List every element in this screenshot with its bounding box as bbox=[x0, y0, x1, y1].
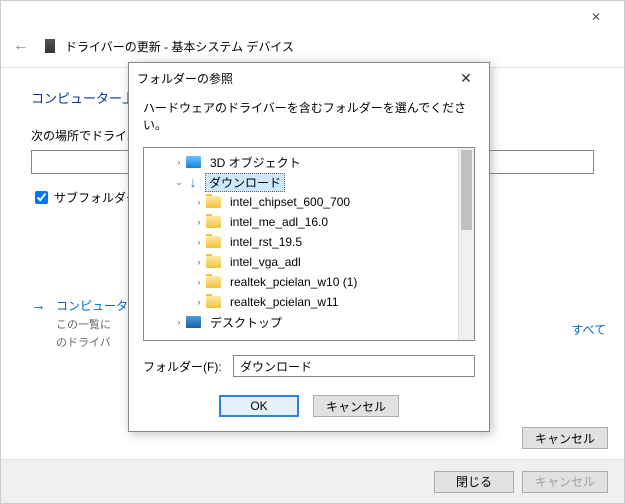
modal-cancel-button[interactable]: キャンセル bbox=[313, 395, 399, 417]
tree-item[interactable]: › 3D オブジェクト bbox=[144, 152, 474, 172]
modal-title: フォルダーの参照 bbox=[137, 70, 233, 87]
folder-tree[interactable]: › 3D オブジェクト ⌄↓ ダウンロード › intel_chipset_600_700… bbox=[143, 147, 475, 341]
3d-objects-icon bbox=[186, 156, 201, 168]
tree-scrollbar-thumb[interactable] bbox=[461, 150, 472, 230]
modal-titlebar: フォルダーの参照 ✕ bbox=[129, 63, 489, 93]
tree-item-label: intel_rst_19.5 bbox=[226, 234, 306, 250]
tree-item[interactable]: ⌄↓ ダウンロード bbox=[144, 172, 474, 192]
chevron-right-icon[interactable]: › bbox=[192, 257, 206, 267]
folder-icon bbox=[206, 276, 221, 288]
folder-icon bbox=[206, 256, 221, 268]
search-sub2: のドライバ bbox=[56, 334, 128, 350]
bottom-close-button[interactable]: 閉じる bbox=[434, 471, 514, 493]
folder-icon bbox=[206, 236, 221, 248]
tree-item-label: intel_chipset_600_700 bbox=[226, 194, 354, 210]
download-icon: ↓ bbox=[186, 175, 200, 189]
chevron-right-icon[interactable]: › bbox=[192, 197, 206, 207]
folder-icon bbox=[206, 216, 221, 228]
tree-item[interactable]: › intel_rst_19.5 bbox=[144, 232, 474, 252]
modal-instruction: ハードウェアのドライバーを含むフォルダーを選んでください。 bbox=[143, 99, 475, 133]
back-arrow-icon[interactable]: ← bbox=[13, 37, 29, 55]
chevron-right-icon[interactable]: › bbox=[172, 157, 186, 167]
arrow-right-icon: → bbox=[31, 297, 46, 314]
chevron-right-icon[interactable]: › bbox=[192, 297, 206, 307]
browse-folder-dialog: フォルダーの参照 ✕ ハードウェアのドライバーを含むフォルダーを選んでください。… bbox=[128, 62, 490, 432]
folder-icon bbox=[206, 296, 221, 308]
chevron-right-icon[interactable]: › bbox=[172, 317, 186, 327]
all-link[interactable]: すべて bbox=[571, 321, 606, 338]
folder-field-input[interactable] bbox=[233, 355, 475, 377]
tree-item[interactable]: › intel_me_adl_16.0 bbox=[144, 212, 474, 232]
tree-item[interactable]: › realtek_pcielan_w11 bbox=[144, 292, 474, 312]
parent-cancel-button[interactable]: キャンセル bbox=[522, 427, 608, 449]
desktop-icon bbox=[186, 316, 201, 328]
tree-item[interactable]: › デスクトップ bbox=[144, 312, 474, 332]
chevron-down-icon[interactable]: ⌄ bbox=[172, 177, 186, 188]
device-icon bbox=[45, 39, 55, 53]
tree-item-label: ダウンロード bbox=[205, 173, 285, 192]
folder-field-label: フォルダー(F): bbox=[143, 358, 233, 375]
tree-item-label: 3D オブジェクト bbox=[206, 153, 305, 172]
tree-item[interactable]: › intel_vga_adl bbox=[144, 252, 474, 272]
tree-item[interactable]: › intel_chipset_600_700 bbox=[144, 192, 474, 212]
search-sub1: この一覧に bbox=[56, 316, 128, 332]
tree-item-label: intel_me_adl_16.0 bbox=[226, 214, 332, 230]
subfolders-checkbox[interactable] bbox=[35, 191, 48, 204]
search-link-text: コンピュータ bbox=[56, 297, 128, 314]
tree-item-label: realtek_pcielan_w11 bbox=[226, 294, 343, 310]
chevron-right-icon[interactable]: › bbox=[192, 237, 206, 247]
bottom-cancel-button: キャンセル bbox=[522, 471, 608, 493]
tree-item-label: intel_vga_adl bbox=[226, 254, 305, 270]
parent-title: ドライバーの更新 - 基本システム デバイス bbox=[65, 38, 294, 55]
tree-item[interactable]: › realtek_pcielan_w10 (1) bbox=[144, 272, 474, 292]
bottom-bar: 閉じる キャンセル bbox=[1, 459, 624, 503]
chevron-right-icon[interactable]: › bbox=[192, 277, 206, 287]
chevron-right-icon[interactable]: › bbox=[192, 217, 206, 227]
tree-item-label: realtek_pcielan_w10 (1) bbox=[226, 274, 361, 290]
parent-close-button[interactable]: ✕ bbox=[576, 10, 616, 24]
tree-scrollbar[interactable] bbox=[458, 148, 474, 340]
ok-button[interactable]: OK bbox=[219, 395, 299, 417]
tree-item-label: デスクトップ bbox=[206, 313, 286, 332]
folder-icon bbox=[206, 196, 221, 208]
modal-close-button[interactable]: ✕ bbox=[451, 70, 481, 87]
parent-titlebar: ✕ bbox=[1, 1, 624, 33]
